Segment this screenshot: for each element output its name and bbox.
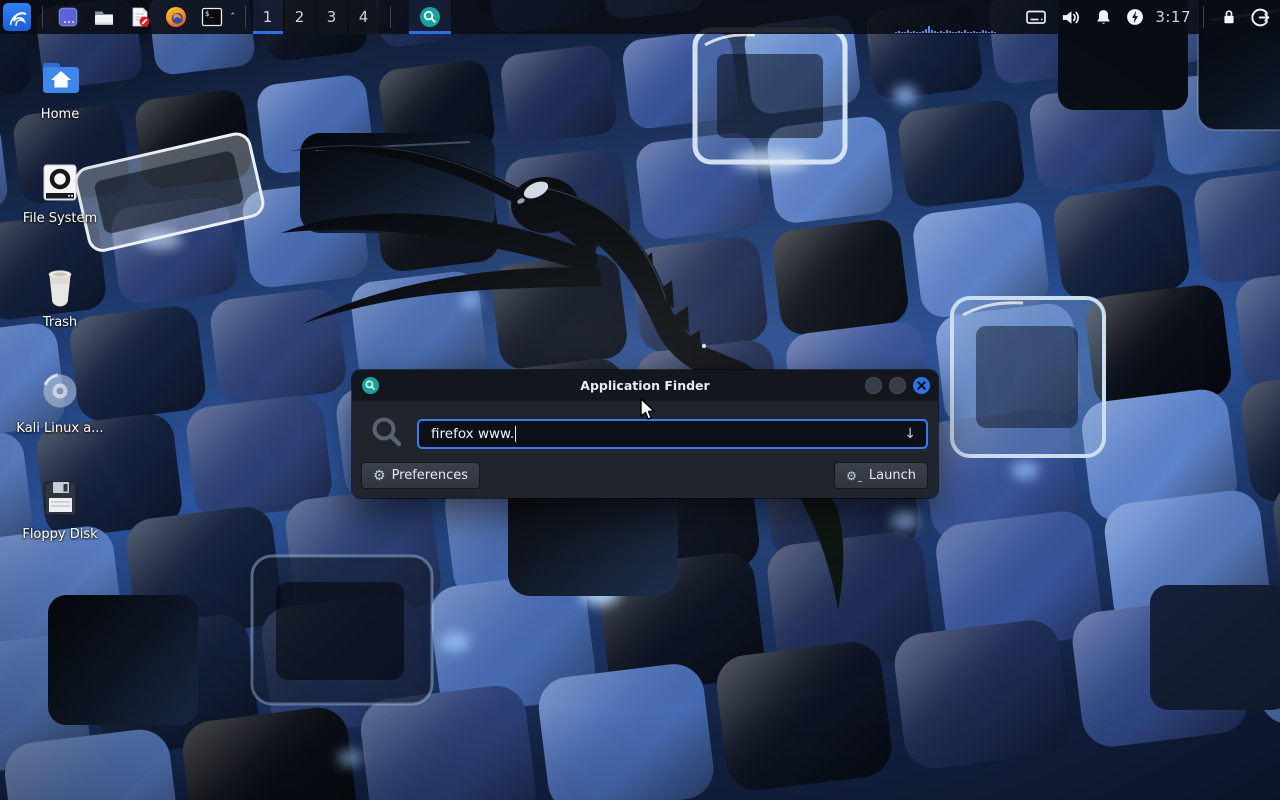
trash-icon	[12, 264, 108, 310]
desktop-icon-label: Kali Linux a...	[12, 421, 108, 436]
application-finder-task-icon	[419, 6, 441, 28]
kali-menu-button[interactable]	[3, 3, 31, 31]
top-panel: $_ ˆ︎ 1 2 3 4	[0, 0, 1280, 34]
desktop-icon-label: Floppy Disk	[12, 527, 108, 542]
hard-disk-icon	[12, 160, 108, 206]
keyboard-indicator-icon[interactable]	[1024, 5, 1048, 29]
file-manager-icon	[92, 5, 116, 29]
launch-run-icon: ⚙ˍ	[846, 470, 863, 482]
logout-icon[interactable]	[1250, 7, 1271, 28]
panel-separator	[42, 6, 43, 28]
desktop-icon-label: File System	[12, 211, 108, 226]
volume-icon[interactable]	[1059, 6, 1082, 29]
desktop-icon-trash[interactable]: Trash	[12, 264, 108, 330]
minimize-button[interactable]	[865, 377, 882, 394]
desktop-icon-file-system[interactable]: File System	[12, 160, 108, 226]
show-desktop-icon	[56, 5, 80, 29]
desktop-icon-label: Home	[12, 107, 108, 122]
desktop-icon-home[interactable]: Home	[12, 56, 108, 122]
launcher-file-manager[interactable]	[91, 4, 117, 30]
launch-button[interactable]: ⚙ˍ Launch	[834, 462, 928, 489]
close-button[interactable]	[913, 377, 930, 394]
screen: Home File System Trash	[0, 0, 1280, 800]
search-icon	[369, 414, 405, 450]
cpu-graph-bars	[895, 25, 1007, 33]
clock[interactable]: 3:17	[1155, 8, 1191, 26]
kali-logo-icon	[6, 6, 28, 28]
workspace-number: 1	[263, 8, 273, 26]
workspace-button-4[interactable]: 4	[349, 0, 379, 34]
lock-screen-icon[interactable]	[1219, 7, 1239, 27]
terminal-icon: $_	[200, 5, 224, 29]
home-folder-icon	[12, 56, 108, 102]
notifications-bell-icon[interactable]	[1093, 7, 1114, 28]
dropdown-arrow-icon[interactable]: ↓	[904, 426, 916, 442]
desktop-icon-label: Trash	[12, 315, 108, 330]
preferences-label: Preferences	[392, 468, 468, 483]
panel-separator	[245, 6, 246, 28]
desktop-icon-kali-cd[interactable]: Kali Linux a...	[12, 370, 108, 436]
launcher-dropdown-chevron[interactable]: ˆ︎	[230, 11, 236, 24]
workspace-number: 3	[327, 8, 337, 26]
launcher-show-desktop[interactable]	[55, 4, 81, 30]
search-input[interactable]: firefox www. ↓	[417, 419, 928, 449]
floppy-disk-icon	[12, 476, 108, 522]
maximize-button[interactable]	[889, 377, 906, 394]
search-input-value: firefox www.	[431, 426, 514, 442]
gear-icon: ⚙	[373, 469, 386, 483]
launcher-terminal[interactable]: $_	[199, 4, 225, 30]
taskbar-application-finder[interactable]	[409, 0, 451, 34]
titlebar[interactable]: Application Finder	[352, 370, 938, 401]
text-caret	[515, 426, 516, 442]
mouse-cursor	[638, 398, 660, 422]
workspace-number: 2	[295, 8, 305, 26]
firefox-icon	[164, 5, 188, 29]
workspace-button-3[interactable]: 3	[317, 0, 347, 34]
cpu-graph[interactable]	[895, 0, 1007, 34]
window-title: Application Finder	[352, 370, 938, 401]
panel-separator	[390, 6, 391, 28]
launcher-text-editor[interactable]	[127, 4, 153, 30]
workspace-number: 4	[359, 8, 369, 26]
launch-label: Launch	[869, 468, 916, 483]
workspace-button-2[interactable]: 2	[285, 0, 315, 34]
launcher-firefox[interactable]	[163, 4, 189, 30]
svg-text:$_: $_	[205, 10, 214, 18]
panel-separator	[1203, 6, 1204, 28]
text-editor-icon	[128, 5, 152, 29]
power-manager-icon[interactable]	[1125, 7, 1145, 27]
optical-disc-icon	[12, 370, 108, 416]
desktop-icon-floppy[interactable]: Floppy Disk	[12, 476, 108, 542]
workspace-button-1[interactable]: 1	[253, 0, 283, 34]
preferences-button[interactable]: ⚙ Preferences	[361, 462, 480, 489]
application-finder-window: Application Finder firefox www. ↓ ⚙ Pref…	[352, 370, 938, 498]
